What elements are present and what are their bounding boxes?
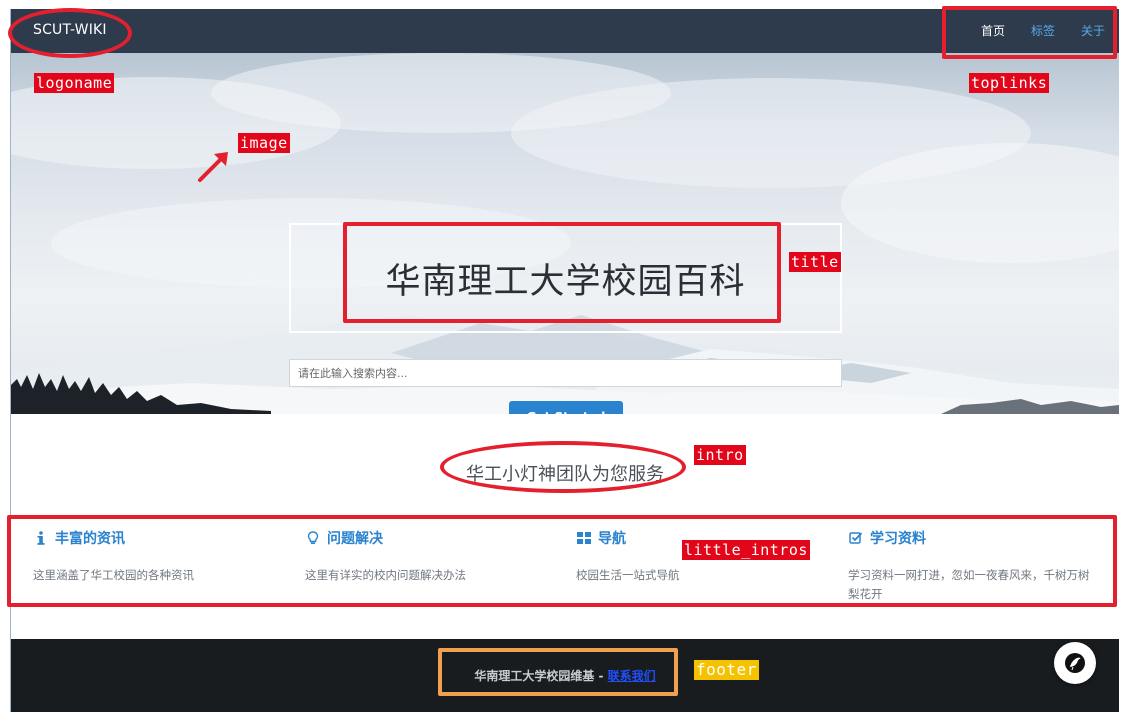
annotation-title-box: [343, 222, 781, 323]
annotation-intro-ellipse: [440, 441, 686, 493]
annotation-label-image: image: [238, 133, 290, 153]
annotation-logoname-ellipse: [8, 8, 132, 58]
annotation-toplinks-box: [942, 6, 1117, 59]
get-started-button[interactable]: Get Started: [509, 401, 623, 414]
annotation-label-intro: intro: [694, 445, 746, 465]
annotation-arrow-icon: [198, 152, 228, 182]
annotation-label-title: title: [789, 252, 841, 272]
annotation-label-footer: footer: [694, 660, 759, 680]
annotation-label-logoname: logoname: [34, 73, 115, 93]
annotation-label-little-intros: little_intros: [682, 540, 810, 560]
bird-icon: [1065, 653, 1085, 673]
annotation-footer-box: [438, 648, 678, 696]
annotation-little-intros-box: [7, 515, 1117, 607]
annotation-label-toplinks: toplinks: [969, 73, 1050, 93]
feedback-button[interactable]: [1054, 642, 1096, 684]
search-input[interactable]: [289, 359, 842, 387]
